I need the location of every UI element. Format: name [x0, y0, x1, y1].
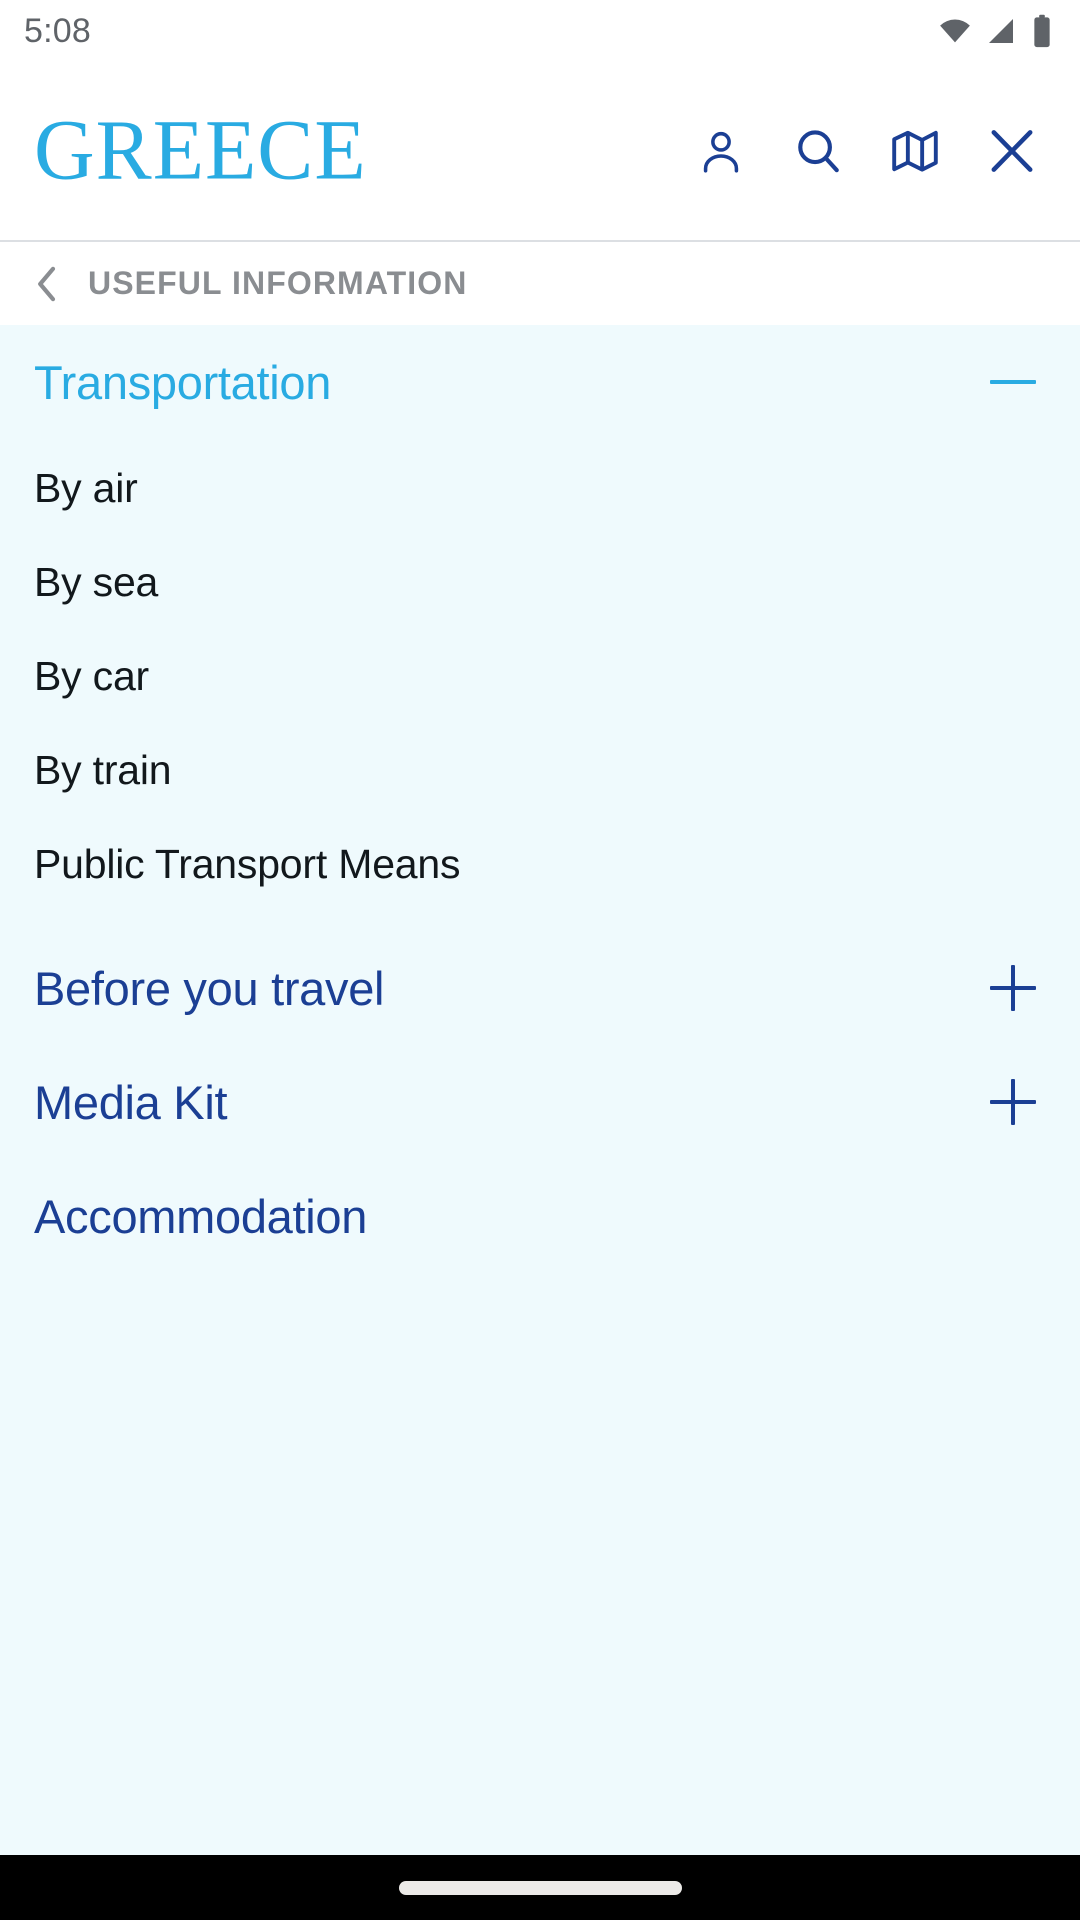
search-icon[interactable] [790, 123, 846, 179]
accordion-header-transportation[interactable]: Transportation [34, 325, 1046, 439]
accordion-title-transportation: Transportation [34, 355, 332, 409]
breadcrumb: USEFUL INFORMATION [0, 242, 1080, 325]
list-item[interactable]: By train [34, 723, 1046, 817]
useful-information-panel: Transportation By air By sea By car By t… [0, 325, 1080, 1855]
accordion-title-media-kit: Media Kit [34, 1075, 228, 1129]
brand-logo[interactable]: GREECE [34, 108, 367, 194]
list-item[interactable]: By air [34, 441, 1046, 535]
link-accommodation[interactable]: Accommodation [34, 1159, 1046, 1273]
plus-icon[interactable] [986, 961, 1040, 1015]
accordion-header-before-you-travel[interactable]: Before you travel [34, 931, 1046, 1045]
header-action-group [693, 123, 1044, 179]
minus-icon[interactable] [986, 355, 1040, 409]
phone-screen: 5:08 GREECE USEFUL INFORMATION Transport… [0, 0, 1080, 1920]
system-navigation-bar [0, 1855, 1080, 1920]
battery-icon [1030, 14, 1054, 48]
account-icon[interactable] [693, 123, 749, 179]
close-icon[interactable] [984, 123, 1040, 179]
status-time: 5:08 [24, 11, 91, 50]
accordion-body-transportation: By air By sea By car By train Public Tra… [34, 439, 1046, 911]
link-accommodation-label: Accommodation [34, 1189, 368, 1243]
list-item[interactable]: Public Transport Means [34, 817, 1046, 911]
accordion-header-media-kit[interactable]: Media Kit [34, 1045, 1046, 1159]
list-item[interactable]: By sea [34, 535, 1046, 629]
status-icon-group [938, 14, 1054, 48]
plus-icon[interactable] [986, 1075, 1040, 1129]
map-icon[interactable] [887, 123, 943, 179]
accordion-title-before-you-travel: Before you travel [34, 961, 385, 1015]
cellular-signal-icon [985, 15, 1017, 47]
list-item[interactable]: By car [34, 629, 1046, 723]
wifi-icon [938, 14, 972, 48]
status-bar: 5:08 [0, 0, 1080, 62]
breadcrumb-label[interactable]: USEFUL INFORMATION [88, 265, 468, 302]
home-indicator[interactable] [398, 1880, 682, 1895]
app-header: GREECE [0, 62, 1080, 242]
chevron-left-icon[interactable] [30, 261, 64, 307]
